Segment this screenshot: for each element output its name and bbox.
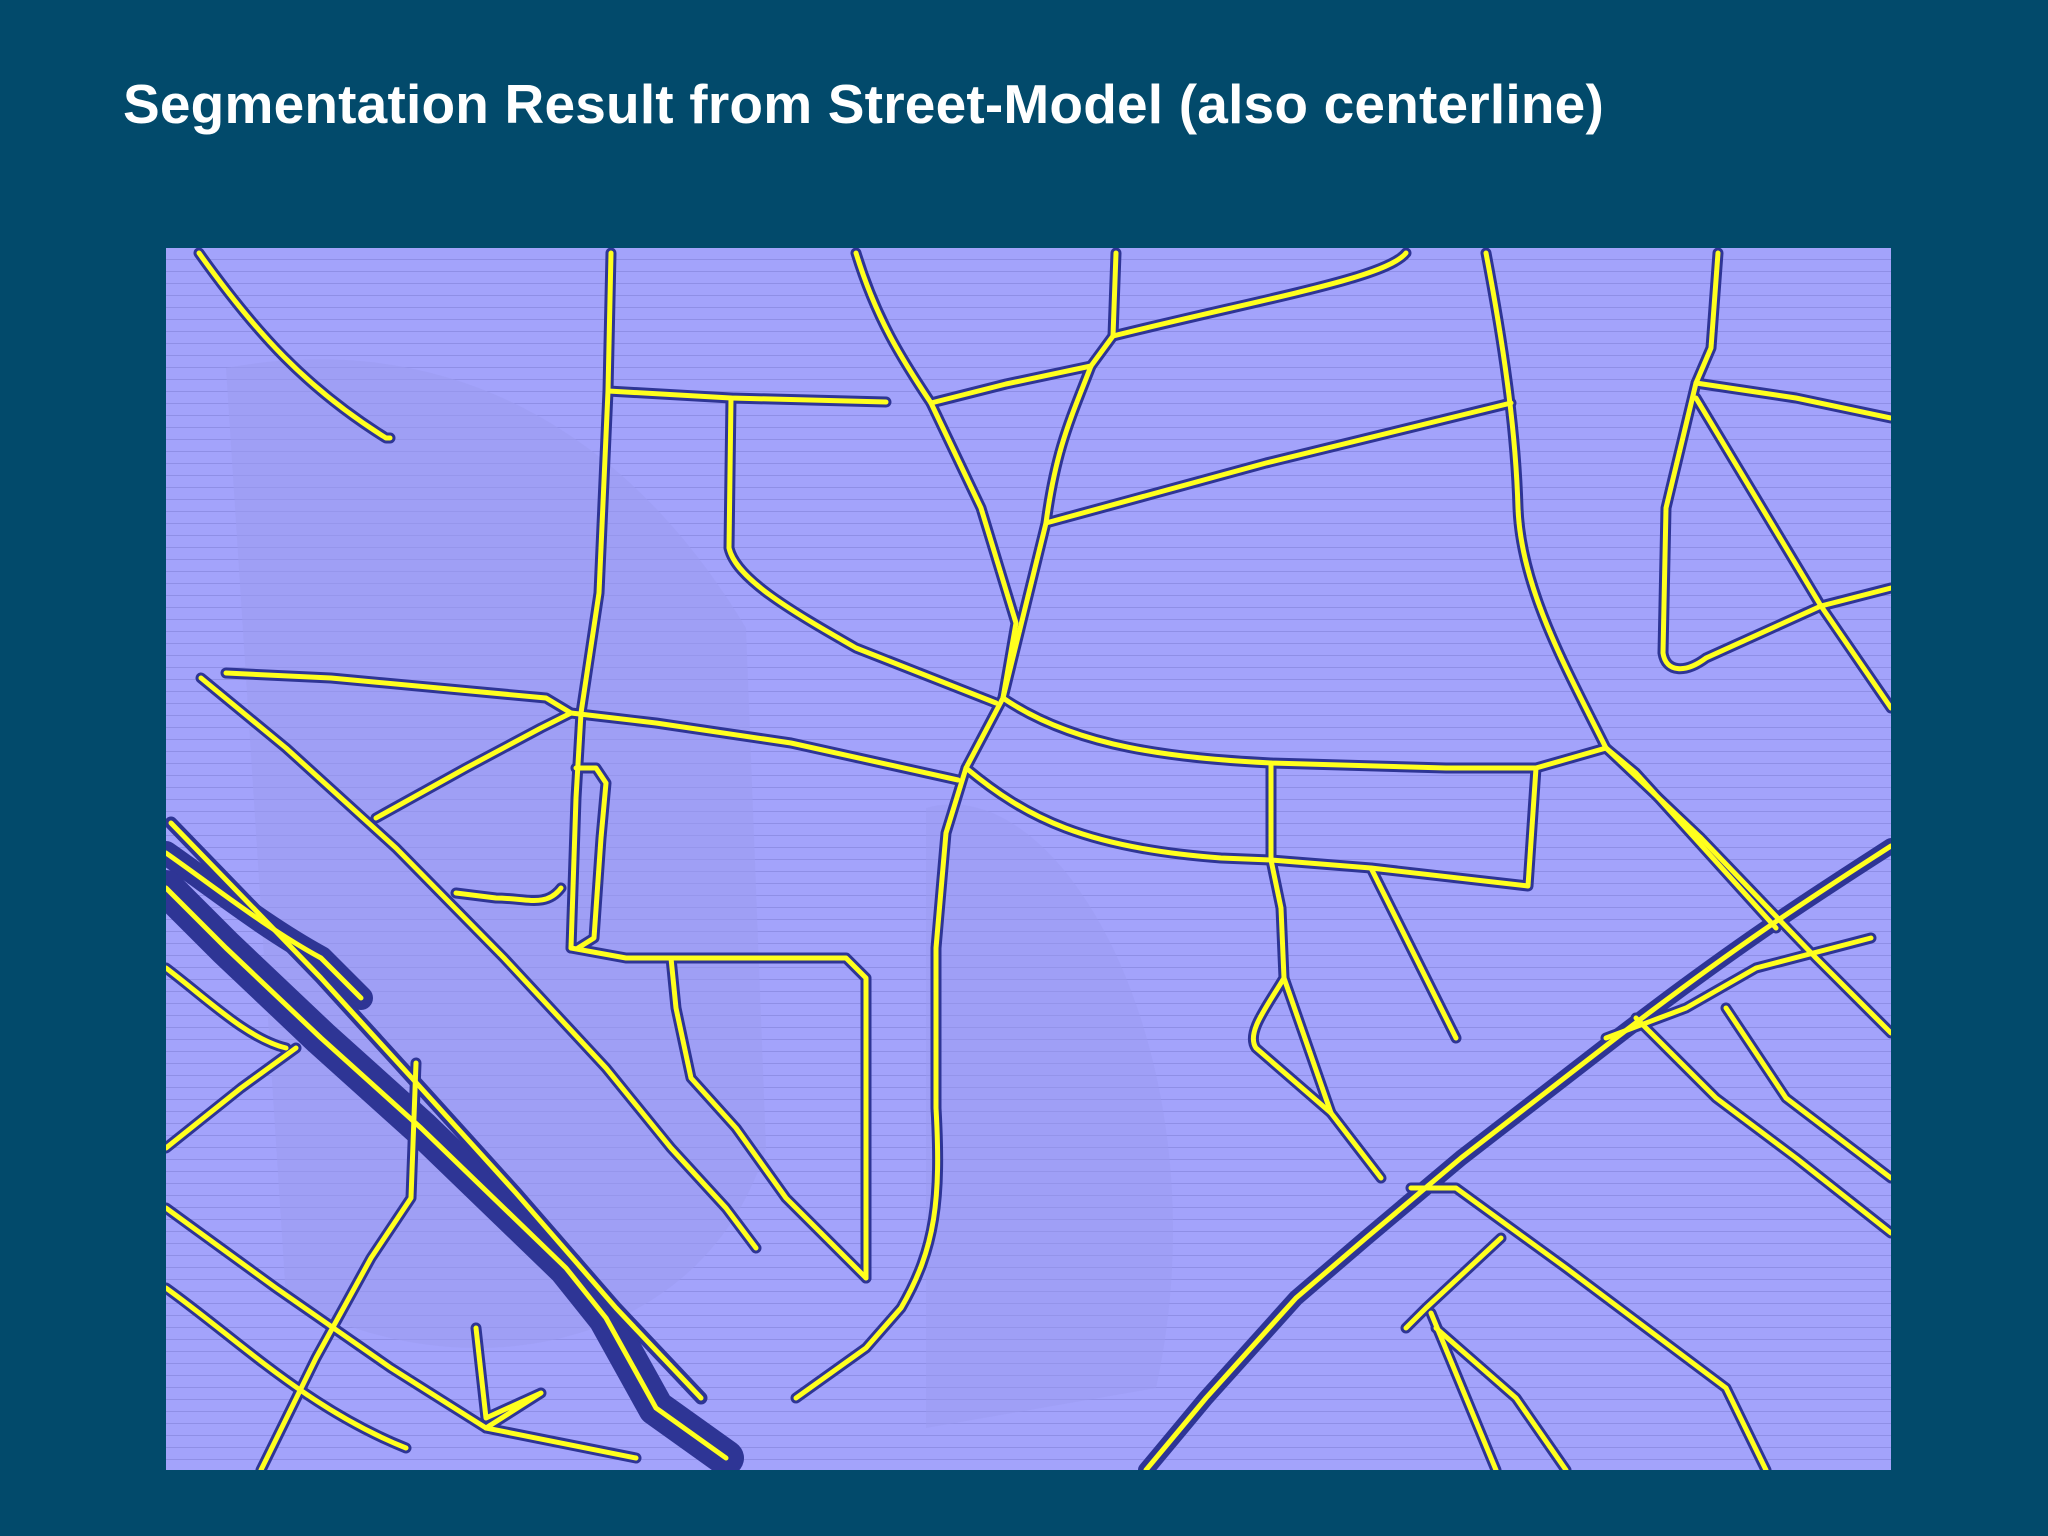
- slide: Segmentation Result from Street-Model (a…: [0, 0, 2048, 1536]
- slide-title: Segmentation Result from Street-Model (a…: [123, 73, 1604, 135]
- segmentation-map-image: [166, 248, 1891, 1470]
- street-segmentation-graphic: [166, 248, 1891, 1470]
